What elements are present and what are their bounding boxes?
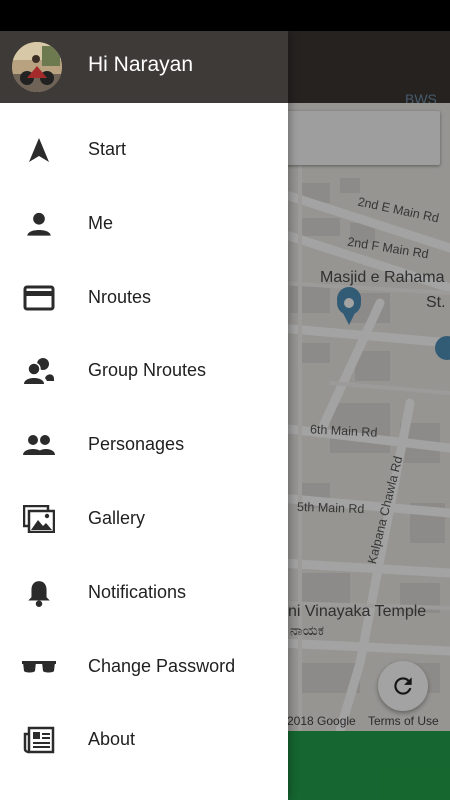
drawer-item-label: Group Nroutes — [88, 360, 207, 381]
drawer-item-nroutes[interactable]: Nroutes — [0, 261, 288, 335]
drawer-item-label: Start — [88, 139, 127, 159]
status-bar — [0, 0, 450, 31]
drawer-item-label: Gallery — [88, 507, 146, 528]
drawer-item-start[interactable]: Start — [0, 113, 288, 187]
drawer-item-me[interactable]: Me — [0, 187, 288, 261]
drawer-item-group-nroutes[interactable]: Group Nroutes — [0, 334, 288, 408]
bell-icon — [22, 578, 56, 608]
drawer-item-label: Me — [88, 212, 114, 233]
user-greeting: Hi Narayan — [88, 53, 194, 76]
gallery-icon — [22, 504, 56, 534]
drawer-item-change-password[interactable]: Change Password — [0, 630, 288, 704]
avatar-photo — [12, 42, 62, 92]
drawer-menu: Start Me Nroutes Group Nroutes Personage… — [0, 113, 288, 777]
drawer-item-label: About — [88, 729, 136, 750]
drawer-item-gallery[interactable]: Gallery — [0, 482, 288, 556]
avatar[interactable] — [12, 42, 62, 92]
navigation-drawer: Hi Narayan Start Me Nroutes Group Nroute… — [0, 31, 288, 800]
group-chat-icon — [22, 356, 56, 386]
navigation-arrow-icon — [22, 135, 56, 165]
people-icon — [22, 430, 56, 460]
person-icon — [22, 209, 56, 239]
drawer-item-label: Notifications — [88, 581, 187, 602]
credit-card-icon — [22, 283, 56, 313]
drawer-item-about[interactable]: About — [0, 703, 288, 777]
drawer-item-notifications[interactable]: Notifications — [0, 556, 288, 630]
drawer-item-label: Nroutes — [88, 286, 152, 307]
sunglasses-icon — [22, 652, 56, 682]
drawer-item-label: Change Password — [88, 655, 236, 676]
drawer-item-personages[interactable]: Personages — [0, 408, 288, 482]
drawer-header: Hi Narayan — [0, 31, 288, 103]
newspaper-icon — [22, 725, 56, 755]
drawer-item-label: Personages — [88, 434, 185, 455]
